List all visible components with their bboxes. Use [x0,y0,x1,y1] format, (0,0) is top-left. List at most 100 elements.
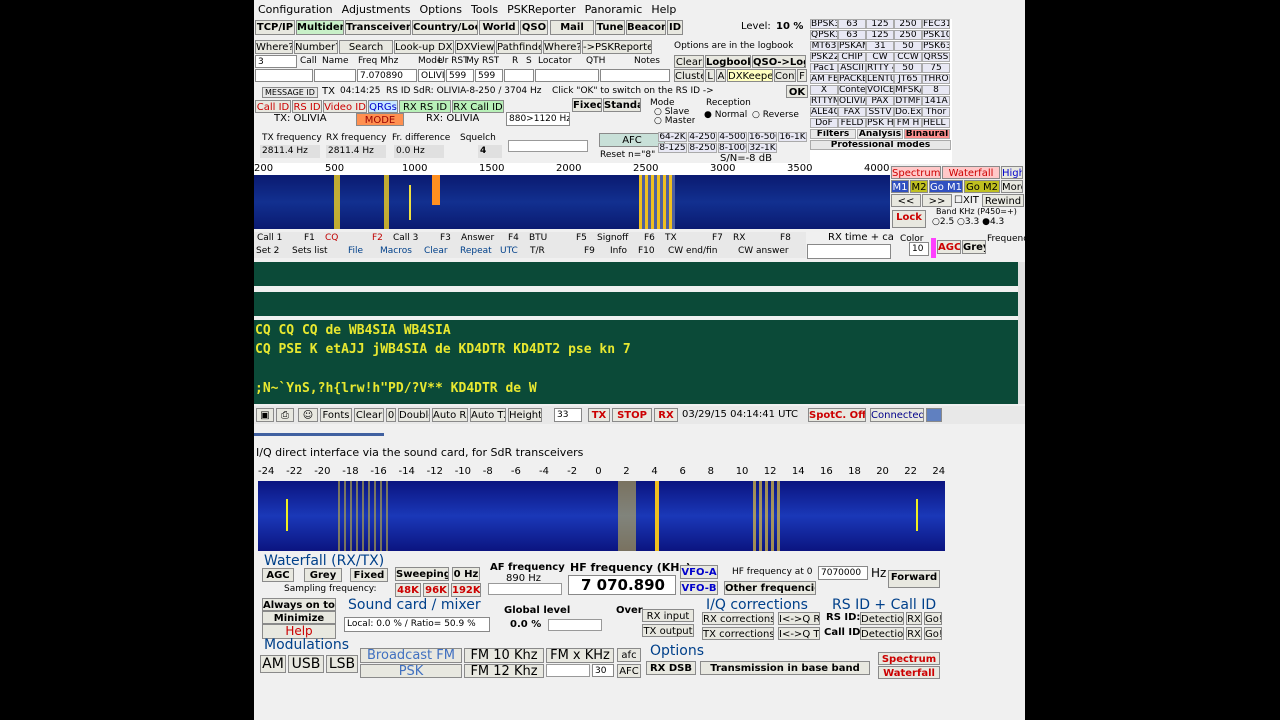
lookup-dxk-button[interactable]: Look-up DXK [394,40,454,54]
fkey-shortcut[interactable]: F5 [576,233,587,243]
mode-option[interactable]: ASCII [838,63,866,73]
menu-tools[interactable]: Tools [467,0,503,16]
mode-option[interactable]: 125 [866,19,894,29]
m1-button[interactable]: M1 [891,180,909,193]
rx-corrections-button[interactable]: RX corrections [702,612,774,625]
bandwidth-option[interactable]: 16-500 [748,132,777,142]
reception-reverse[interactable]: ○ Reverse [752,110,799,120]
video-id-button[interactable]: Video ID [323,100,367,113]
mode-option[interactable]: THROB [922,74,950,84]
sample-48k-button[interactable]: 48K [395,583,421,597]
height-button[interactable]: Height [508,408,542,422]
spectrum-toggle[interactable]: Spectrum [891,166,941,179]
mode-option[interactable]: 141A [922,96,950,106]
mode-option[interactable]: Contestia [838,85,866,95]
qth-field[interactable] [535,69,599,82]
rx-time-field[interactable] [807,244,891,259]
country-loc-button[interactable]: Country/Loc [412,20,478,35]
fkey-row2-item[interactable]: Sets list [292,246,328,256]
vfo-a-button[interactable]: VFO-A [680,565,718,579]
fkey-shortcut[interactable]: F4 [508,233,519,243]
auto-tx-button[interactable]: Auto TX [470,408,506,422]
global-level-slider[interactable] [548,619,602,631]
fkey-label[interactable]: CQ [325,233,338,243]
mode-option[interactable]: MT63 [810,41,838,51]
log-index-spinner[interactable]: 3 [255,55,297,68]
standard-button[interactable]: Standa [603,98,641,112]
bandwidth-option[interactable]: 32-1K [748,143,777,153]
where2-button[interactable]: Where? [543,40,581,54]
fkey-row2-item[interactable]: Repeat [460,246,492,256]
lower-fixed-button[interactable]: Fixed [350,568,388,582]
name-field[interactable] [314,69,356,82]
menu-help[interactable]: Help [647,0,681,16]
vfo-b-button[interactable]: VFO-B [680,581,718,595]
fkey-row2-item[interactable]: F10 [638,246,655,256]
mode-option[interactable]: Do.Ex [894,107,922,117]
mode-option[interactable]: PACKET [838,74,866,84]
high-button[interactable]: High [1001,166,1023,179]
fkey-label[interactable]: Answer [461,233,494,243]
rewind-button[interactable]: Rewind [982,194,1024,207]
mode-option[interactable]: FAX [838,107,866,117]
beacon-button[interactable]: Beacon [626,20,666,35]
fkey-row2-item[interactable]: F9 [584,246,595,256]
mode-option[interactable]: 250 [894,19,922,29]
rsid-go-button[interactable]: Go! [924,612,942,625]
mode-option[interactable]: VOICE [866,85,894,95]
mode-option[interactable]: Thor [922,107,950,117]
always-on-top-button[interactable]: Always on top [262,598,336,611]
mode-option[interactable]: 50 [894,41,922,51]
mode-option[interactable]: FELD [838,118,866,128]
other-frequencies-button[interactable]: Other frequencies [724,581,816,595]
fkey-label[interactable]: Call 1 [257,233,282,243]
fkey-shortcut[interactable]: F2 [372,233,383,243]
iq-swap-tx-button[interactable]: I<->Q TX [778,627,820,640]
mode-option[interactable]: 63 [838,19,866,29]
mode-option[interactable]: DTMF [894,96,922,106]
cluster-button[interactable]: Cluster [674,69,704,82]
ur-rst-field[interactable]: 599 [446,69,474,82]
xit-checkbox[interactable]: ☐XIT [954,195,979,206]
fkey-row2-item[interactable]: T/R [530,246,545,256]
usb-button[interactable]: USB [288,655,324,673]
menu-configuration[interactable]: Configuration [254,0,338,16]
mode-footer-button[interactable]: Professional modes [810,140,951,150]
mode-option[interactable]: PSK H [866,118,894,128]
mode-footer-button[interactable]: Filters [810,129,856,139]
mode-option[interactable]: SSTV [866,107,894,117]
mode-option[interactable]: 250 [894,30,922,40]
lock-button[interactable]: Lock [892,210,926,228]
call-id-button[interactable]: Call ID [255,100,291,113]
afc-button[interactable]: AFC [599,133,665,147]
waterfall-toggle[interactable]: Waterfall [942,166,1000,179]
mode-option[interactable]: OLIVIA [838,96,866,106]
mode-option[interactable]: CW [866,52,894,62]
rx-button[interactable]: RX [654,408,678,422]
rx-input-button[interactable]: RX input [642,609,694,622]
rsid-detection-button[interactable]: Detection [860,612,904,625]
print-icon[interactable]: ⎙ [276,408,294,422]
hf-at-zero-field[interactable]: 7070000 [818,566,868,580]
rx-call-id-button[interactable]: RX Call ID [452,100,504,113]
mode-option[interactable]: 8 [922,85,950,95]
squelch-value[interactable]: 4 [478,145,502,158]
bandwidth-option[interactable]: 4-500 [718,132,747,142]
band-options[interactable]: ○2.5 ○3.3 ●4.3 [932,217,1004,227]
fm-x-value[interactable]: 30 [592,664,614,677]
fm-x-scroller[interactable] [546,664,590,677]
go-m2-button[interactable]: Go M2 [964,180,1000,193]
hf-freq-value[interactable]: 7 070.890 [568,575,676,595]
lower-spectrum-button[interactable]: Spectrum [878,652,940,665]
mode-option[interactable]: PSK220F [810,52,838,62]
rx-scrollbar[interactable] [1018,262,1025,404]
zero-hz-button[interactable]: 0 Hz [452,567,480,581]
af-freq-scroller[interactable] [488,583,562,595]
fkey-shortcut[interactable]: F1 [304,233,315,243]
dxkeeper-button[interactable]: DXKeeper [727,69,773,82]
fm-10khz-button[interactable]: FM 10 Khz [464,648,544,663]
afc-lower-button[interactable]: afc [617,648,641,662]
rx-rs-id-button[interactable]: RX RS ID [399,100,451,113]
lower-agc-button[interactable]: AGC [262,568,294,582]
mode-option[interactable]: RTTYM [810,96,838,106]
